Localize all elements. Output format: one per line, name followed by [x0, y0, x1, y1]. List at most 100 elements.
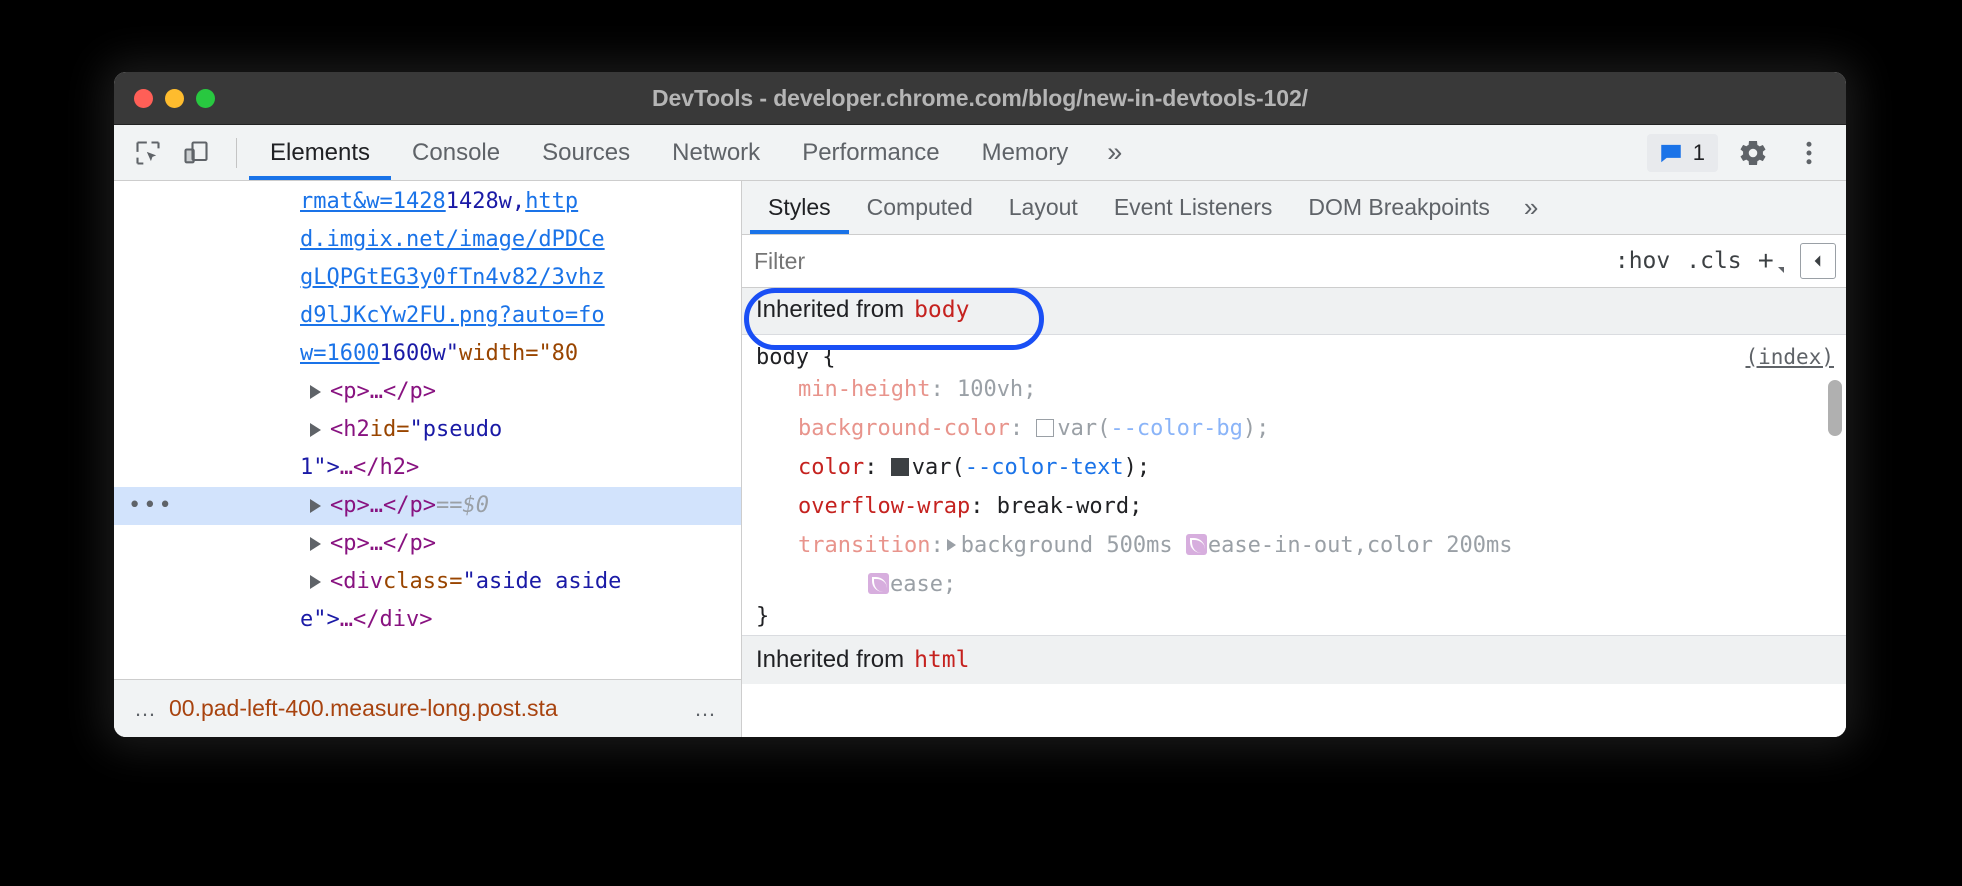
styles-scrollbar-thumb[interactable]: [1828, 380, 1842, 436]
css-punct: ): [1124, 455, 1137, 480]
traffic-lights: [134, 89, 215, 108]
collapse-sidebar-icon[interactable]: [1800, 243, 1836, 279]
dom-row[interactable]: <p>…</p>: [114, 373, 741, 411]
dom-row[interactable]: d.imgix.net/image/dPDCe: [114, 221, 741, 259]
filter-input[interactable]: [754, 248, 1615, 275]
styles-filter-row: :hov .cls +: [742, 235, 1846, 288]
expand-triangle-icon[interactable]: [310, 575, 321, 589]
tab-performance[interactable]: Performance: [781, 125, 960, 180]
css-property-name[interactable]: color: [798, 455, 864, 480]
expand-triangle-icon[interactable]: [310, 385, 321, 399]
gear-icon[interactable]: [1732, 132, 1774, 174]
dom-row[interactable]: gLQPGtEG3y0fTn4v82/3vhz: [114, 259, 741, 297]
dom-row[interactable]: rmat&w=1428 1428w, http: [114, 183, 741, 221]
dom-attr-value: e">: [300, 601, 340, 639]
css-punct: ;: [1137, 455, 1150, 480]
new-style-rule-button[interactable]: +: [1758, 245, 1784, 277]
styles-content[interactable]: Inherited from body body { (index) min-h…: [742, 288, 1846, 737]
dom-row[interactable]: w=1600 1600w" width="80: [114, 335, 741, 373]
css-variable-name[interactable]: --color-bg: [1110, 416, 1242, 441]
dom-row[interactable]: e">…</div>: [114, 601, 741, 639]
breadcrumb-text[interactable]: 00.pad-left-400.measure-long.post.sta: [169, 695, 682, 722]
dom-row-selected[interactable]: ••• <p>…</p> == $0: [114, 487, 741, 525]
tab-network[interactable]: Network: [651, 125, 781, 180]
dom-row[interactable]: <h2 id="pseudo: [114, 411, 741, 449]
css-property-name[interactable]: transition: [798, 533, 930, 558]
tab-elements[interactable]: Elements: [249, 125, 391, 180]
tab-computed[interactable]: Computed: [849, 181, 991, 234]
tab-console[interactable]: Console: [391, 125, 521, 180]
issues-button[interactable]: 1: [1647, 134, 1718, 172]
css-declaration-color[interactable]: color: var(--color-text);: [742, 448, 1846, 487]
breadcrumb-overflow-left[interactable]: …: [124, 696, 169, 722]
breadcrumb[interactable]: … 00.pad-left-400.measure-long.post.sta …: [114, 679, 741, 737]
easing-curve-swatch-icon[interactable]: [1186, 534, 1207, 555]
inherited-from-html-header: Inherited from html: [742, 635, 1846, 684]
toggle-element-state-button[interactable]: :hov: [1615, 248, 1670, 274]
css-property-value[interactable]: var(: [1057, 416, 1110, 441]
css-declaration-transition-line2[interactable]: ease;: [742, 565, 1846, 604]
node-menu-icon[interactable]: •••: [128, 487, 174, 525]
dom-tag: </p>: [383, 525, 436, 563]
css-declaration-min-height[interactable]: min-height: 100vh;: [742, 370, 1846, 409]
inherited-selector[interactable]: html: [914, 647, 969, 673]
window-title: DevTools - developer.chrome.com/blog/new…: [114, 85, 1846, 112]
dom-attr-name: id=: [370, 411, 410, 449]
expand-triangle-icon[interactable]: [310, 499, 321, 513]
css-declaration-background-color[interactable]: background-color: var(--color-bg);: [742, 409, 1846, 448]
expand-triangle-icon[interactable]: [310, 537, 321, 551]
tab-sources[interactable]: Sources: [521, 125, 651, 180]
tab-layout[interactable]: Layout: [991, 181, 1096, 234]
kebab-menu-icon[interactable]: [1788, 132, 1830, 174]
element-classes-button[interactable]: .cls: [1686, 248, 1741, 274]
css-source-link[interactable]: (index): [1745, 345, 1834, 369]
expand-shorthand-icon[interactable]: [947, 539, 956, 551]
close-window-button[interactable]: [134, 89, 153, 108]
css-punct: :: [930, 533, 943, 558]
css-property-name[interactable]: overflow-wrap: [798, 494, 970, 519]
dom-tag: <p>: [330, 487, 370, 525]
dom-tree[interactable]: rmat&w=1428 1428w, http d.imgix.net/imag…: [114, 181, 741, 679]
breadcrumb-overflow-right[interactable]: …: [682, 696, 731, 722]
css-property-value[interactable]: ease-in-out,color 200ms: [1208, 533, 1513, 558]
minimize-window-button[interactable]: [165, 89, 184, 108]
css-property-name[interactable]: background-color: [798, 416, 1010, 441]
dom-ellipsis: …: [340, 449, 353, 487]
css-property-value[interactable]: break-word: [997, 494, 1129, 519]
inspect-element-icon[interactable]: [128, 133, 168, 173]
dom-row[interactable]: <p>…</p>: [114, 525, 741, 563]
css-variable-name[interactable]: --color-text: [965, 455, 1124, 480]
css-property-value[interactable]: ease;: [890, 572, 956, 597]
tab-event-listeners[interactable]: Event Listeners: [1096, 181, 1291, 234]
expand-triangle-icon[interactable]: [310, 423, 321, 437]
color-swatch-icon[interactable]: [1036, 419, 1054, 437]
dom-row[interactable]: <div class="aside aside: [114, 563, 741, 601]
tab-styles[interactable]: Styles: [750, 181, 849, 234]
more-sidebar-tabs-icon[interactable]: »: [1508, 181, 1554, 234]
toolbar-icon-group: [114, 125, 249, 180]
tab-event-listeners-label: Event Listeners: [1114, 194, 1273, 221]
css-declaration-overflow-wrap[interactable]: overflow-wrap: break-word;: [742, 487, 1846, 526]
css-punct: :: [970, 494, 997, 519]
tab-memory[interactable]: Memory: [961, 125, 1090, 180]
dom-text: w=1600: [300, 335, 379, 373]
color-swatch-icon[interactable]: [891, 458, 909, 476]
tab-computed-label: Computed: [867, 194, 973, 221]
css-selector[interactable]: body {: [756, 345, 835, 370]
styles-scrollbar-track[interactable]: [1830, 350, 1844, 737]
tab-dom-breakpoints[interactable]: DOM Breakpoints: [1290, 181, 1508, 234]
css-declaration-transition[interactable]: transition: background 500ms ease-in-out,…: [742, 526, 1846, 565]
easing-curve-swatch-icon[interactable]: [868, 573, 889, 594]
devtools-body: rmat&w=1428 1428w, http d.imgix.net/imag…: [114, 181, 1846, 737]
device-toolbar-icon[interactable]: [176, 133, 216, 173]
css-property-name[interactable]: min-height: [798, 377, 930, 402]
css-property-value[interactable]: background 500ms: [961, 533, 1186, 558]
dom-row[interactable]: 1">…</h2>: [114, 449, 741, 487]
zoom-window-button[interactable]: [196, 89, 215, 108]
more-panels-icon[interactable]: »: [1089, 125, 1140, 180]
dom-text: d.imgix.net/image/dPDCe: [300, 221, 605, 259]
css-property-value[interactable]: 100vh: [957, 377, 1023, 402]
dom-row[interactable]: d9lJKcYw2FU.png?auto=fo: [114, 297, 741, 335]
inherited-selector[interactable]: body: [914, 297, 969, 323]
css-property-value[interactable]: var(: [912, 455, 965, 480]
